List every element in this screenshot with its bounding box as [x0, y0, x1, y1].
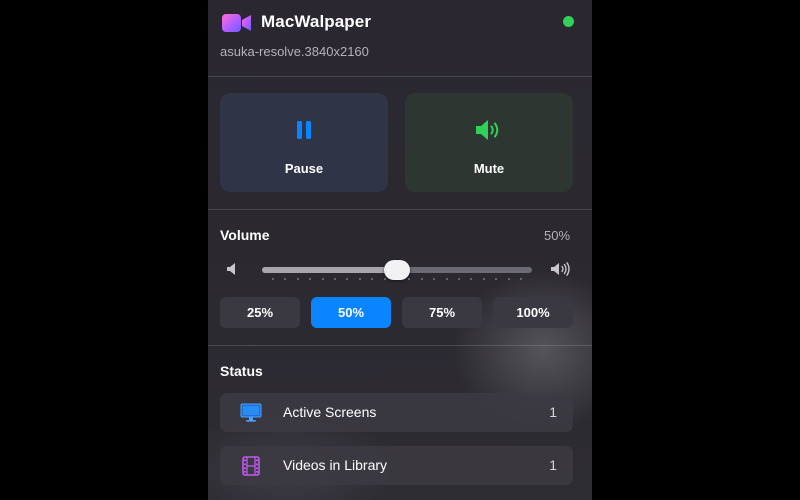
- status-row-count: 1: [549, 457, 557, 473]
- volume-slider-tick: [520, 278, 522, 280]
- volume-slider-tick: [507, 278, 510, 280]
- current-wallpaper-name: asuka-resolve.3840x2160: [220, 44, 369, 59]
- volume-slider-tick: [495, 278, 498, 280]
- volume-slider-tick: [482, 278, 485, 280]
- status-row-label: Active Screens: [283, 404, 377, 420]
- volume-slider-tick: [420, 278, 423, 280]
- status-row-label: Videos in Library: [283, 457, 388, 473]
- volume-slider-tick: [458, 278, 460, 280]
- volume-slider-tick: [272, 278, 274, 280]
- volume-slider-fill: [262, 267, 397, 273]
- status-row-count: 1: [549, 404, 557, 420]
- mute-button-label: Mute: [473, 161, 505, 176]
- volume-slider-tick: [334, 278, 336, 280]
- volume-slider-tick: [383, 278, 386, 280]
- volume-slider-tick: [371, 278, 374, 280]
- volume-slider-tick: [296, 278, 299, 280]
- volume-slider-tick: [346, 278, 349, 280]
- status-row-active-screens: Active Screens 1: [220, 393, 573, 432]
- app-title: MacWalpaper: [261, 12, 372, 31]
- volume-slider-tick: [470, 278, 473, 280]
- volume-slider-tick: [408, 278, 411, 280]
- speaker-low-icon: [227, 263, 235, 275]
- divider: [208, 209, 592, 210]
- video-camera-icon: [222, 14, 251, 32]
- volume-slider-tick: [309, 278, 312, 280]
- volume-slider-tick: [321, 278, 324, 280]
- walpaper-popover-panel: MacWalpaper asuka-resolve.3840x2160 Paus…: [208, 0, 592, 500]
- pause-icon: [297, 121, 311, 139]
- status-row-videos-in-library: Videos in Library 1: [220, 446, 573, 485]
- monitor-icon: [240, 403, 262, 422]
- header: MacWalpaper asuka-resolve.3840x2160: [208, 0, 592, 76]
- volume-preset-25-button[interactable]: 25%: [220, 297, 300, 328]
- pause-button[interactable]: Pause: [220, 93, 388, 192]
- pause-button-label: Pause: [284, 161, 324, 176]
- volume-slider-tick: [358, 278, 361, 280]
- divider: [208, 345, 592, 346]
- volume-slider-tick: [284, 278, 287, 280]
- status-heading: Status: [220, 363, 263, 379]
- speaker-icon: [476, 120, 499, 140]
- volume-slider-thumb[interactable]: [384, 260, 410, 280]
- volume-preset-50-button[interactable]: 50%: [311, 297, 391, 328]
- divider: [208, 76, 592, 77]
- volume-slider-tick: [445, 278, 448, 280]
- volume-heading: Volume: [220, 227, 270, 243]
- mute-button[interactable]: Mute: [405, 93, 573, 192]
- status-indicator-dot: [563, 16, 574, 27]
- volume-preset-100-button[interactable]: 100%: [493, 297, 573, 328]
- speaker-high-icon: [551, 262, 570, 276]
- volume-slider-tick: [433, 278, 436, 280]
- film-icon: [242, 456, 260, 476]
- volume-preset-75-button[interactable]: 75%: [402, 297, 482, 328]
- volume-value: 50%: [544, 228, 571, 243]
